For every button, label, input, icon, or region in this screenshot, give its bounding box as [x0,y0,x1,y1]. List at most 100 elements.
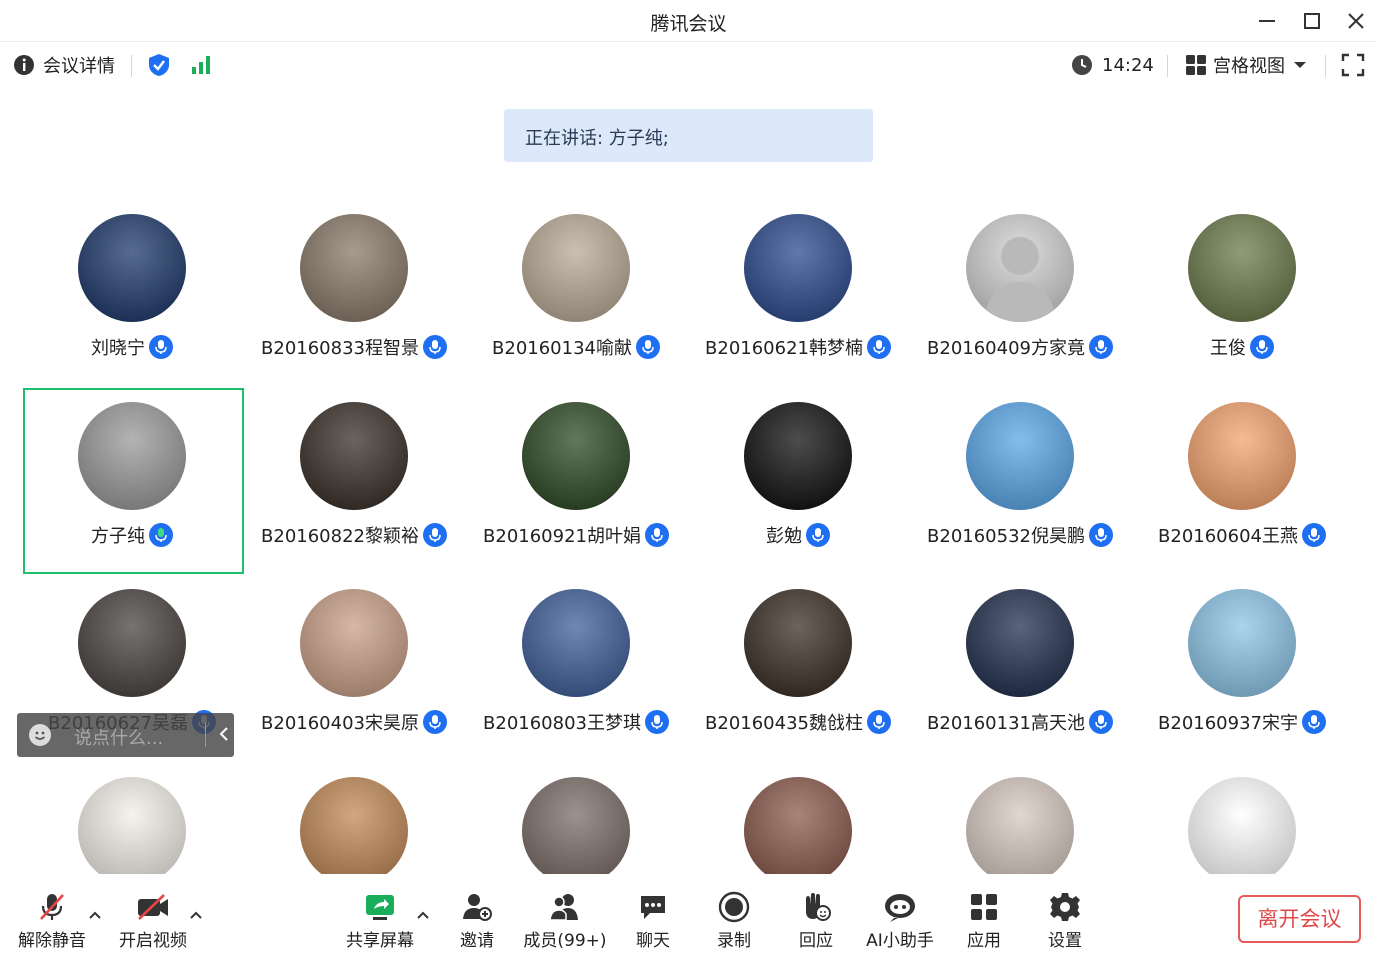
avatar [300,214,408,322]
apps-label: 应用 [967,931,1001,951]
reactions-button[interactable]: 回应 [774,888,858,958]
grid-view-icon [1186,55,1206,75]
participant-tile[interactable]: B20160937宋宇 [1131,575,1353,763]
avatar [522,402,630,510]
speaking-indicator: 正在讲话: 方子纯; [504,109,873,162]
participant-tile[interactable]: B20160921胡叶娟 [465,388,687,576]
caret-down-icon [1294,62,1306,68]
participant-name: 刘晓宁 [91,338,145,359]
leave-meeting-button[interactable]: 离开会议 [1238,895,1361,943]
participant-tile[interactable]: B20160604王燕 [1131,388,1353,576]
avatar [966,589,1074,697]
participant-tile[interactable]: B20160131高天池 [909,575,1131,763]
participant-tile[interactable]: B20160803王梦琪 [465,575,687,763]
mic-icon [422,335,447,359]
participant-tile[interactable]: B20160532倪昊鹏 [909,388,1131,576]
maximize-icon [1304,13,1320,29]
network-signal-button[interactable] [190,43,212,87]
participant-tile[interactable]: B20160822黎颖裕 [243,388,465,576]
participant-name: 王俊 [1210,338,1246,359]
meeting-info-button[interactable]: 会议详情 [13,43,115,87]
divider [1167,55,1168,77]
divider [205,723,206,747]
participant-name-row: B20160131高天池 [899,709,1141,735]
settings-label: 设置 [1048,931,1082,951]
signal-bars-icon [192,56,210,74]
video-options-chevron-icon[interactable] [189,910,203,920]
avatar [1188,214,1296,322]
participant-tile[interactable] [909,763,1131,874]
participant-name-row: B20160822黎颖裕 [233,522,475,548]
title-bar: 腾讯会议 [0,0,1377,42]
avatar [1188,777,1296,874]
participant-tile[interactable] [687,763,909,874]
maximize-button[interactable] [1297,6,1327,36]
participant-name-row: B20160921胡叶娟 [455,522,697,548]
participant-tile[interactable]: B20160134喻献 [465,200,687,388]
start-video-button[interactable]: 开启视频 [111,888,195,958]
participant-tile[interactable]: B20160621韩梦楠 [687,200,909,388]
avatar [744,214,852,322]
chat-label: 聊天 [636,931,670,951]
participant-tile[interactable]: B20160403宋昊原 [243,575,465,763]
avatar [966,214,1074,322]
participant-name: B20160435魏戗柱 [705,713,863,734]
participant-tile[interactable]: 王俊 [1131,200,1353,388]
security-button[interactable] [148,43,170,87]
fullscreen-button[interactable] [1341,43,1365,87]
participant-name-row: B20160833程智景 [233,334,475,360]
unmute-label: 解除静音 [18,931,86,951]
avatar [78,214,186,322]
minimize-icon [1259,20,1275,22]
participant-name: B20160532倪昊鹏 [927,526,1085,547]
clock-icon [1072,55,1092,75]
close-button[interactable] [1341,6,1371,36]
chat-bubble-icon [641,896,665,919]
divider [131,55,132,77]
avatar [78,777,186,874]
collapse-chevron-icon[interactable] [217,724,231,744]
participant-tile[interactable]: B20160833程智景 [243,200,465,388]
view-mode-dropdown[interactable]: 宫格视图 [1185,43,1307,87]
record-label: 录制 [717,931,751,951]
window-title: 腾讯会议 [650,13,727,35]
participant-name-row: B20160409方家竟 [899,334,1141,360]
settings-button[interactable]: 设置 [1023,888,1107,958]
members-button[interactable]: 成员(99+) [523,888,607,958]
minimize-button[interactable] [1252,6,1282,36]
participant-tile[interactable] [1131,763,1353,874]
share-screen-label: 共享屏幕 [346,931,414,951]
participant-name-row: B20160435魏戗柱 [677,709,919,735]
avatar [1188,402,1296,510]
invite-button[interactable]: 邀请 [435,888,519,958]
participant-tile[interactable]: B20160435魏戗柱 [687,575,909,763]
mic-icon [1088,523,1113,547]
unmute-button[interactable]: 解除静音 [10,888,94,958]
divider [1325,55,1326,77]
participant-tile[interactable] [243,763,465,874]
mic-icon [149,335,173,359]
time-label: 14:24 [1102,54,1154,76]
participant-tile[interactable]: 彭勉 [687,388,909,576]
participant-tile[interactable] [465,763,687,874]
meeting-toolbar: 会议详情 14:24 宫格视图 [0,43,1377,87]
chat-button[interactable]: 聊天 [611,888,695,958]
ai-assistant-button[interactable]: AI小助手 [858,888,942,958]
participant-tile[interactable] [21,763,243,874]
mic-icon [422,523,447,547]
share-options-chevron-icon[interactable] [416,910,430,920]
emoji-icon[interactable] [29,724,51,746]
fullscreen-icon [1341,53,1365,77]
avatar [966,402,1074,510]
chat-input[interactable]: 说点什么... [74,724,163,750]
participant-tile[interactable]: B20160409方家竟 [909,200,1131,388]
record-button[interactable]: 录制 [692,888,776,958]
share-screen-button[interactable]: 共享屏幕 [338,888,422,958]
quick-chat-popup[interactable]: 说点什么... [17,713,234,757]
avatar [522,589,630,697]
audio-options-chevron-icon[interactable] [88,910,102,920]
participant-tile[interactable]: 刘晓宁 [21,200,243,388]
avatar [744,777,852,874]
apps-button[interactable]: 应用 [942,888,1026,958]
participant-name: B20160403宋昊原 [261,713,419,734]
